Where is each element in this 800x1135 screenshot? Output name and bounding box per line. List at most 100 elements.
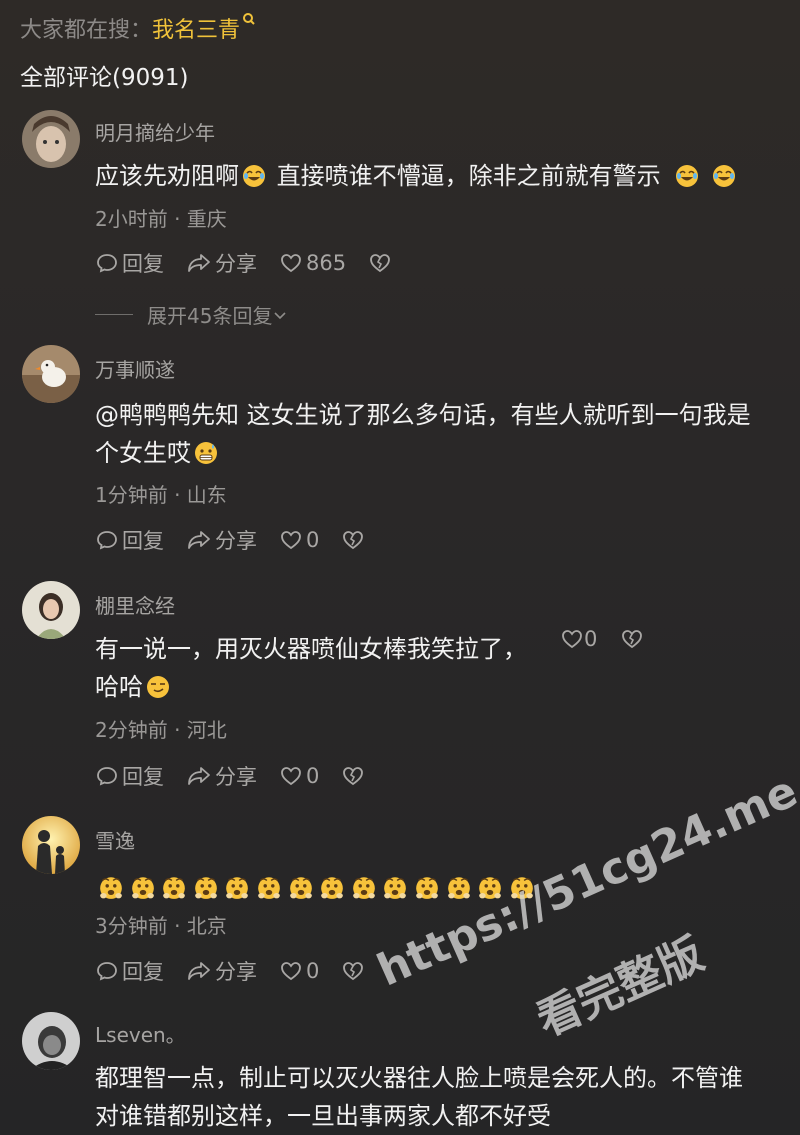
comment-text: 都理智一点，制止可以灭火器往人脸上喷是会死人的。不管谁 对谁错都别这样，一旦出事… xyxy=(95,1059,795,1135)
share-arrow-icon xyxy=(188,767,210,785)
heart-icon xyxy=(281,254,301,273)
dislike-button[interactable] xyxy=(341,959,368,983)
laugh-cry-emoji-icon xyxy=(243,165,265,187)
comment-username[interactable]: 雪逸 xyxy=(95,825,135,854)
share-arrow-icon xyxy=(188,962,210,980)
comment-text-line: 个女生哎 xyxy=(95,434,795,472)
reply-label: 回复 xyxy=(122,529,164,553)
comment-username[interactable]: 明月摘给少年 xyxy=(95,117,215,146)
search-suggestion[interactable]: 大家都在搜：我名三青 xyxy=(20,12,256,44)
like-button[interactable]: 865 xyxy=(279,251,346,275)
reply-label: 回复 xyxy=(122,960,164,984)
comment-username[interactable]: Lseven。 xyxy=(95,1019,186,1048)
comment-text: 应该先劝阻啊 直接喷谁不懵逼，除非之前就有警示 xyxy=(95,157,795,195)
avatar[interactable] xyxy=(22,345,80,403)
comment-text-line: 对谁错都别这样，一旦出事两家人都不好受 xyxy=(95,1102,551,1130)
worried-emoji-icon xyxy=(258,877,280,899)
like-count: 0 xyxy=(306,764,320,788)
reply-button[interactable]: 回复 xyxy=(95,761,164,791)
share-label: 分享 xyxy=(215,765,257,789)
worried-emoji-icon xyxy=(100,877,122,899)
like-button[interactable]: 0 xyxy=(279,959,319,983)
search-hint-prefix: 大家都在搜： xyxy=(20,18,153,43)
comment-actions: 回复 分享 0 xyxy=(95,956,390,986)
share-label: 分享 xyxy=(215,960,257,984)
comment-meta: 1分钟前 · 山东 xyxy=(95,483,227,507)
reply-button[interactable]: 回复 xyxy=(95,248,164,278)
search-hint-keyword[interactable]: 我名三青 xyxy=(152,18,240,43)
worried-emoji-icon xyxy=(226,877,249,899)
comment-text-line: 有一说一，用灭火器喷仙女棒我笑拉了， xyxy=(95,635,527,663)
heart-icon xyxy=(281,962,301,981)
comment-actions: 回复 分享 865 xyxy=(95,248,417,278)
avatar[interactable] xyxy=(22,110,80,168)
watermark-caption: 看完整版 xyxy=(529,928,712,1047)
reply-button[interactable]: 回复 xyxy=(95,956,164,986)
reply-button[interactable]: 回复 xyxy=(95,525,164,555)
comment-username[interactable]: 棚里念经 xyxy=(95,590,175,619)
reply-bubble-icon xyxy=(97,962,117,981)
broken-heart-icon xyxy=(343,962,364,981)
share-button[interactable]: 分享 xyxy=(186,248,257,278)
divider xyxy=(95,314,133,315)
avatar[interactable] xyxy=(22,816,80,874)
watermark: https://51cg24.me 看完整版 xyxy=(360,766,800,1070)
like-count: 0 xyxy=(306,959,320,983)
dislike-button[interactable] xyxy=(341,764,368,788)
inline-dislike-button[interactable] xyxy=(620,627,644,651)
worried-emoji-icon xyxy=(163,877,186,899)
comment-actions: 回复 分享 0 xyxy=(95,761,390,791)
worried-emoji-icon xyxy=(447,877,470,899)
like-count: 0 xyxy=(584,627,598,651)
worried-emoji-icon xyxy=(321,877,343,899)
broken-heart-icon xyxy=(343,531,364,550)
comments-count-title: 全部评论(9091) xyxy=(20,65,189,91)
inline-like-button[interactable]: 0 xyxy=(560,627,597,651)
dislike-button[interactable] xyxy=(341,528,368,552)
comment-text-part: 哈哈 xyxy=(95,673,143,701)
comment-text-part: 个女生哎 xyxy=(95,439,191,467)
comment-text: @鸭鸭鸭先知 这女生说了那么多句话，有些人就听到一句我是 个女生哎 xyxy=(95,396,795,472)
expand-replies-label: 展开45条回复 xyxy=(147,304,273,328)
broken-heart-icon xyxy=(622,630,642,649)
reply-bubble-icon xyxy=(97,531,117,550)
worried-emoji-icon xyxy=(289,877,312,899)
reply-label: 回复 xyxy=(122,252,164,276)
reply-bubble-icon xyxy=(97,254,117,273)
worried-emoji-icon xyxy=(510,877,533,899)
share-button[interactable]: 分享 xyxy=(186,525,257,555)
expand-replies-button[interactable]: 展开45条回复 xyxy=(95,300,288,329)
broken-heart-icon xyxy=(343,767,364,786)
heart-icon xyxy=(281,767,301,786)
worried-emoji-icon xyxy=(416,877,438,899)
share-button[interactable]: 分享 xyxy=(186,761,257,791)
share-label: 分享 xyxy=(215,529,257,553)
worried-emoji-icon xyxy=(194,877,217,899)
like-count: 0 xyxy=(306,528,320,552)
worried-emoji-icon xyxy=(131,877,154,899)
share-button[interactable]: 分享 xyxy=(186,956,257,986)
smirk-emoji-icon xyxy=(147,676,169,698)
comment-username[interactable]: 万事顺遂 xyxy=(95,354,175,383)
like-button[interactable]: 0 xyxy=(279,528,319,552)
comment-text-line: 都理智一点，制止可以灭火器往人脸上喷是会死人的。不管谁 xyxy=(95,1064,743,1092)
reply-bubble-icon xyxy=(97,767,117,786)
dislike-button[interactable] xyxy=(368,251,395,275)
comment-actions: 回复 分享 0 xyxy=(95,525,390,555)
comment-text-line: 哈哈 xyxy=(95,668,795,706)
like-count: 865 xyxy=(306,251,347,275)
share-label: 分享 xyxy=(215,252,257,276)
comment-emoji-row xyxy=(98,869,798,907)
comment-text-part: 应该先劝阻啊 xyxy=(95,162,239,190)
like-button[interactable]: 0 xyxy=(279,764,319,788)
comment-meta: 3分钟前 · 北京 xyxy=(95,914,227,938)
comment-text: 有一说一，用灭火器喷仙女棒我笑拉了， 哈哈 xyxy=(95,630,795,706)
comment-text-line: @鸭鸭鸭先知 这女生说了那么多句话，有些人就听到一句我是 xyxy=(95,401,751,429)
worried-emoji-icon xyxy=(384,877,407,899)
laugh-cry-emoji-icon xyxy=(675,165,698,187)
avatar[interactable] xyxy=(22,581,80,639)
laugh-cry-emoji-icon xyxy=(712,165,735,187)
avatar[interactable] xyxy=(22,1012,80,1070)
comment-text-part: 直接喷谁不懵逼，除非之前就有警示 xyxy=(269,162,661,190)
reply-label: 回复 xyxy=(122,765,164,789)
